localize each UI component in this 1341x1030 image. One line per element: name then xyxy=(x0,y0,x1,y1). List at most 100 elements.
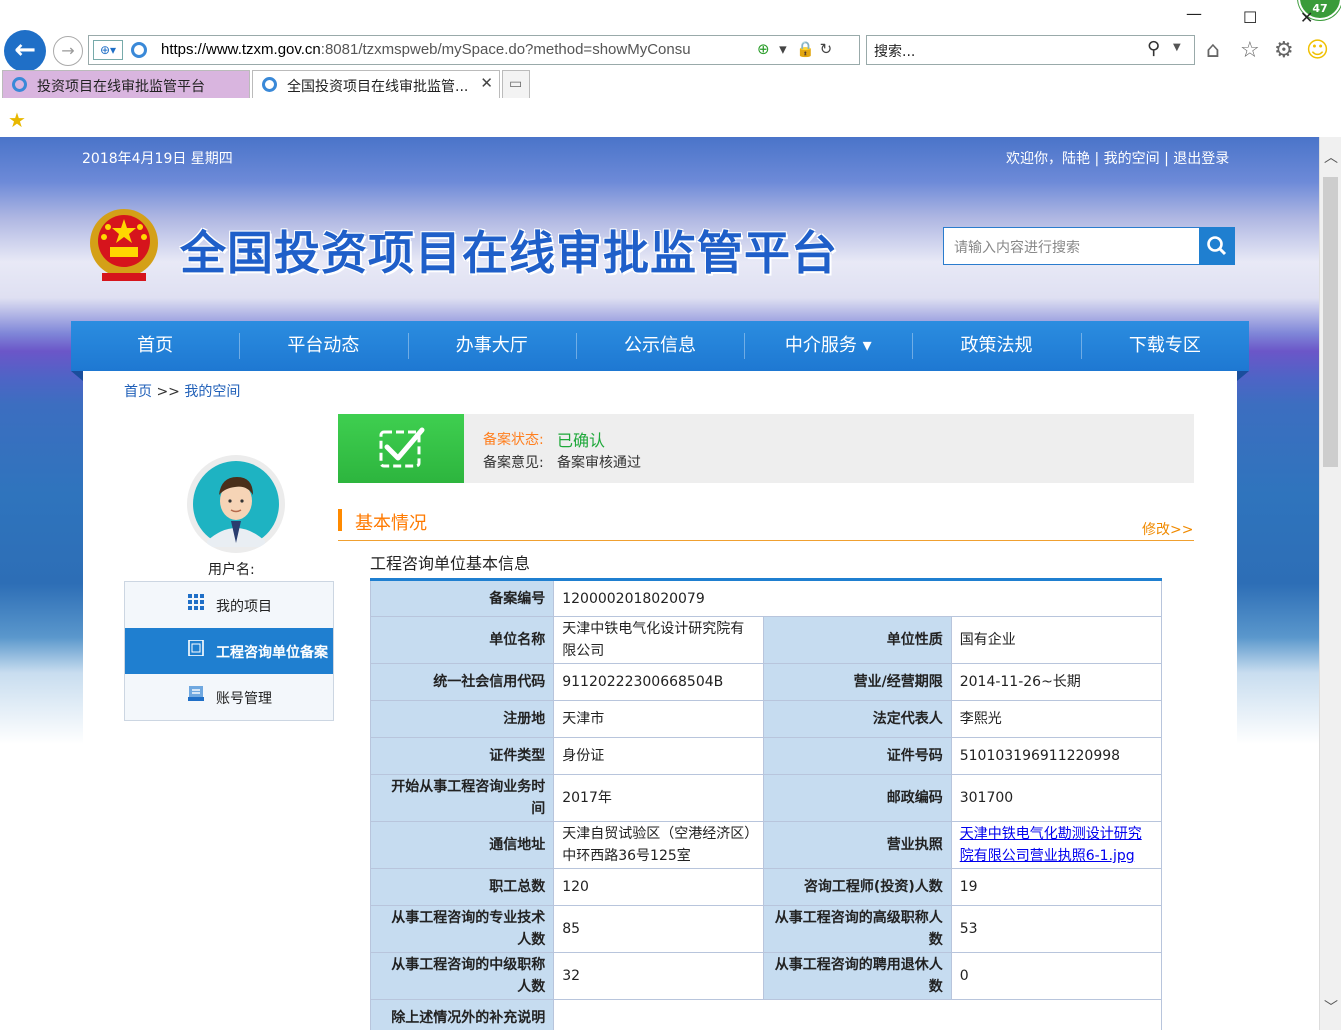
page-viewport: 2018年4月19日 星期四 欢迎你，陆艳 | 我的空间 | 退出登录 全国投资… xyxy=(0,137,1319,1030)
compat-view-icon[interactable]: ⊕▾ xyxy=(93,40,123,60)
back-button[interactable]: ← xyxy=(4,30,46,72)
start-time-value: 2017年 xyxy=(553,774,765,822)
table-row: 统一社会信用代码 91120222300668504B 营业/经营期限 2014… xyxy=(369,663,1163,701)
site-search-button[interactable] xyxy=(1199,227,1235,265)
nav-agency-services[interactable]: 中介服务 ▾ xyxy=(744,321,912,371)
section-accent xyxy=(338,509,342,531)
tab-2[interactable]: 全国投资项目在线审批监管... ✕ xyxy=(252,70,500,98)
chevron-down-icon[interactable]: ▼ xyxy=(1173,42,1181,53)
breadcrumb-home[interactable]: 首页 xyxy=(124,384,152,400)
site-search[interactable]: 请输入内容进行搜索 xyxy=(943,227,1235,265)
scroll-down-icon[interactable]: ﹀ xyxy=(1324,997,1338,1017)
address-actions: ⊕ ▾ 🔒 ↻ xyxy=(757,40,832,58)
table-row: 备案编号 1200002018020079 xyxy=(369,579,1162,617)
current-date: 2018年4月19日 星期四 xyxy=(82,151,233,167)
lock-icon[interactable]: 🔒 xyxy=(796,40,815,58)
modify-link[interactable]: 修改>> xyxy=(1142,519,1193,539)
table-row: 通信地址 天津自贸试验区（空港经济区）中环西路36号125室 营业执照 天津中铁… xyxy=(369,821,1163,869)
tech-value: 85 xyxy=(553,905,765,953)
extra-value xyxy=(553,999,1162,1030)
postcode-value: 301700 xyxy=(950,774,1163,822)
license-cell: 天津中铁电气化勘测设计研究院有限公司营业执照6-1.jpg xyxy=(950,821,1163,869)
browser-search-placeholder[interactable]: 搜索... xyxy=(874,41,915,61)
status-panel xyxy=(338,414,464,483)
retired-value: 0 xyxy=(950,952,1163,1000)
table-row: 从事工程咨询的专业技术人数 85 从事工程咨询的高级职称人数 53 xyxy=(369,905,1163,953)
my-space-link[interactable]: 我的空间 xyxy=(1104,151,1160,167)
id-type-value: 身份证 xyxy=(553,737,765,775)
filing-opinion-label: 备案意见: xyxy=(483,455,544,471)
new-tab-button[interactable]: ▭ xyxy=(502,70,530,98)
feedback-smiley-icon[interactable]: ☺ xyxy=(1306,38,1329,63)
address-bar[interactable]: ⊕▾ https://www.tzxm.gov.cn:8081/tzxmspwe… xyxy=(88,35,860,65)
scroll-thumb[interactable] xyxy=(1323,177,1338,467)
nav-service-hall[interactable]: 办事大厅 xyxy=(407,321,576,371)
document-icon xyxy=(188,640,204,656)
table-title: 工程咨询单位基本信息 xyxy=(370,554,531,573)
scroll-up-icon[interactable]: ︿ xyxy=(1324,147,1338,167)
site-title: 全国投资项目在线审批监管平台 xyxy=(180,226,838,280)
close-window-icon[interactable]: ✕ xyxy=(1300,8,1313,27)
browser-search[interactable]: 搜索... ⚲ ▼ xyxy=(866,35,1195,65)
grid-icon xyxy=(188,594,204,610)
unit-nature-value: 国有企业 xyxy=(950,616,1163,664)
nav-platform-news[interactable]: 平台动态 xyxy=(239,321,407,371)
favorites-bar-icon[interactable]: ★ xyxy=(8,108,26,132)
section-header: 基本情况 修改>> xyxy=(338,509,1194,541)
sidebar-item-consulting-filing[interactable]: 工程咨询单位备案 xyxy=(125,628,333,674)
close-tab-icon[interactable]: ✕ xyxy=(480,74,493,92)
forward-button[interactable]: → xyxy=(53,36,83,66)
browser-chrome: 47 — ☐ ✕ ← → ⊕▾ https://www.tzxm.gov.cn:… xyxy=(0,0,1341,137)
home-icon[interactable]: ⌂ xyxy=(1206,38,1220,63)
maximize-icon[interactable]: ☐ xyxy=(1243,8,1257,27)
nav-fold-right xyxy=(1237,371,1249,381)
nav-public-info[interactable]: 公示信息 xyxy=(575,321,744,371)
checkmark-icon xyxy=(379,427,425,468)
favorites-star-icon[interactable]: ☆ xyxy=(1240,38,1260,63)
unit-name-value: 天津中铁电气化设计研究院有限公司 xyxy=(553,616,765,664)
side-menu: 我的项目 工程咨询单位备案 账号管理 xyxy=(124,581,334,721)
nav-policies[interactable]: 政策法规 xyxy=(912,321,1080,371)
refresh-icon[interactable]: ↻ xyxy=(820,40,833,58)
table-row: 职工总数 120 咨询工程师(投资)人数 19 xyxy=(369,868,1163,906)
user-name-link[interactable]: 陆艳 xyxy=(1062,151,1090,167)
table-row: 证件类型 身份证 证件号码 510103196911220998 xyxy=(369,737,1163,775)
license-file-link[interactable]: 天津中铁电气化勘测设计研究院有限公司营业执照6-1.jpg xyxy=(960,826,1142,864)
gear-icon[interactable]: ⚙ xyxy=(1274,38,1294,63)
table-row: 单位名称 天津中铁电气化设计研究院有限公司 单位性质 国有企业 xyxy=(369,616,1163,664)
national-emblem-icon xyxy=(90,209,158,281)
search-icon[interactable]: ⚲ xyxy=(1147,38,1160,59)
vertical-scrollbar[interactable]: ︿ ﹀ xyxy=(1319,137,1341,1030)
table-row: 除上述情况外的补充说明 xyxy=(369,999,1162,1030)
tab-1[interactable]: 投资项目在线审批监管平台 xyxy=(2,70,250,98)
nav-downloads[interactable]: 下载专区 xyxy=(1080,321,1249,371)
minimize-icon[interactable]: — xyxy=(1186,4,1202,23)
url-text[interactable]: https://www.tzxm.gov.cn:8081/tzxmspweb/m… xyxy=(161,41,691,58)
legal-rep-value: 李熙光 xyxy=(950,700,1163,738)
dropdown-icon[interactable]: ▾ xyxy=(779,40,787,58)
nav-home[interactable]: 首页 xyxy=(71,321,239,371)
ie-icon xyxy=(262,77,277,92)
breadcrumb-current[interactable]: 我的空间 xyxy=(184,384,240,400)
nav-fold-left xyxy=(71,371,83,381)
main-content: 首页 >> 我的空间 用户名: 我的项目 工程咨询单位备案 账号管理 备案状态:… xyxy=(83,371,1237,1030)
senior-value: 53 xyxy=(950,905,1163,953)
sidebar-item-my-projects[interactable]: 我的项目 xyxy=(125,582,333,628)
sidebar-item-account[interactable]: 账号管理 xyxy=(125,674,333,720)
record-no-value: 1200002018020079 xyxy=(553,579,1162,617)
site-search-input[interactable]: 请输入内容进行搜索 xyxy=(954,237,1080,257)
ie-icon xyxy=(131,42,147,58)
id-no-value: 510103196911220998 xyxy=(950,737,1163,775)
basic-info-table: 备案编号 1200002018020079 单位名称 天津中铁电气化设计研究院有… xyxy=(369,578,1163,1030)
main-nav: 首页 平台动态 办事大厅 公示信息 中介服务 ▾ 政策法规 下载专区 xyxy=(71,321,1249,371)
plugin-icon[interactable]: ⊕ xyxy=(757,40,770,58)
term-value: 2014-11-26~长期 xyxy=(950,663,1163,701)
table-row: 开始从事工程咨询业务时间 2017年 邮政编码 301700 xyxy=(369,774,1163,822)
filing-status-box: 备案状态: 已确认 备案意见: 备案审核通过 xyxy=(338,414,1194,483)
logout-link[interactable]: 退出登录 xyxy=(1173,151,1229,167)
engineers-value: 19 xyxy=(950,868,1163,906)
section-title: 基本情况 xyxy=(355,513,427,534)
ie-icon xyxy=(12,77,27,92)
filing-opinion-value: 备案审核通过 xyxy=(557,455,641,471)
breadcrumb: 首页 >> 我的空间 xyxy=(124,384,241,400)
